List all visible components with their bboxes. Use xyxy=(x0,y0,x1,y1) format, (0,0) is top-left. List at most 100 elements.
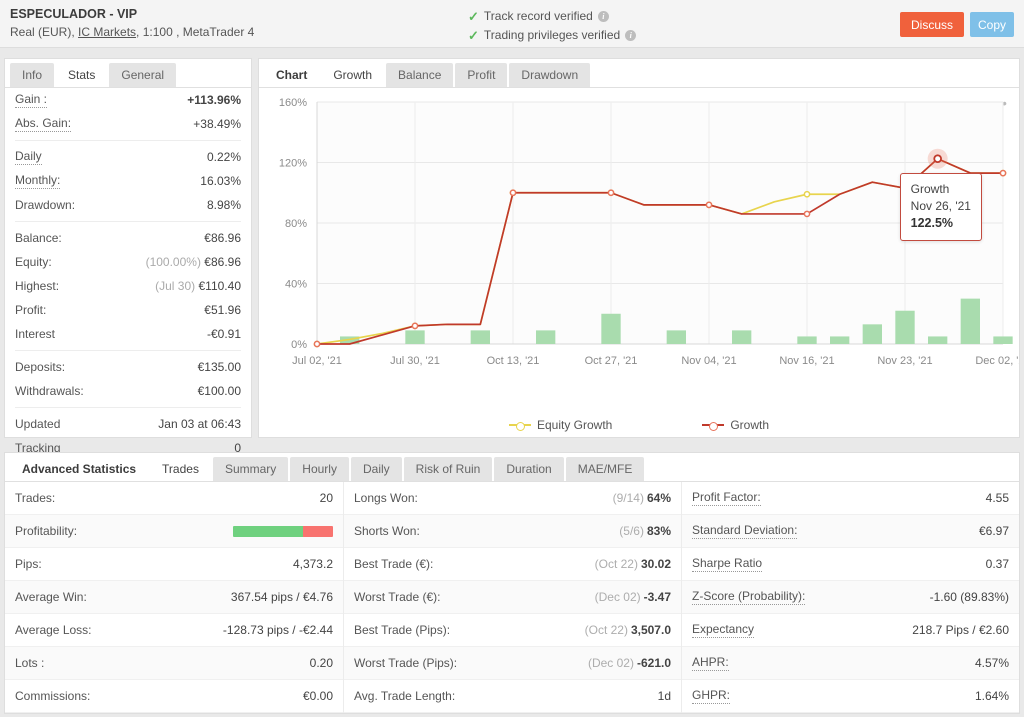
svg-text:120%: 120% xyxy=(279,158,307,170)
statistics-column-trades: Trades:20Profitability:Pips:4,373.2Avera… xyxy=(5,482,343,713)
tab-daily[interactable]: Daily xyxy=(351,457,402,481)
stat-label: Equity: xyxy=(15,255,52,269)
stat-row-highest: Highest: (Jul 30) €110.40 xyxy=(15,274,241,298)
tab-advanced-statistics[interactable]: Advanced Statistics xyxy=(10,457,148,481)
info-icon[interactable]: i xyxy=(598,11,609,22)
stat-row-monthly: Monthly: 16.03% xyxy=(15,169,241,193)
stat-label[interactable]: Sharpe Ratio xyxy=(692,556,762,572)
stat-row-drawdown: Drawdown: 8.98% xyxy=(15,193,241,217)
stat-label: Drawdown: xyxy=(15,198,75,212)
stat-value: 4,373.2 xyxy=(293,557,333,571)
tab-hourly[interactable]: Hourly xyxy=(290,457,349,481)
tab-trades[interactable]: Trades xyxy=(150,457,211,481)
stat-label[interactable]: Monthly: xyxy=(15,173,60,189)
stat-value: 4.57% xyxy=(975,656,1009,670)
copy-button[interactable]: Copy xyxy=(970,12,1014,37)
tab-profit[interactable]: Profit xyxy=(455,63,507,87)
account-stats-list: Gain : +113.96% Abs. Gain: +38.49% Daily… xyxy=(5,88,251,460)
legend-item-growth[interactable]: Growth xyxy=(702,418,769,432)
stat-value: -128.73 pips / -€2.44 xyxy=(223,623,333,637)
stat-number: -3.47 xyxy=(644,590,671,604)
tab-drawdown[interactable]: Drawdown xyxy=(509,63,590,87)
tab-duration[interactable]: Duration xyxy=(494,457,563,481)
page-title: ESPECULADOR - VIP xyxy=(10,7,137,21)
statistics-column-trade-details: Longs Won:(9/14)64%Shorts Won:(5/6)83%Be… xyxy=(343,482,681,713)
tab-balance[interactable]: Balance xyxy=(386,63,453,87)
table-row: Longs Won:(9/14)64% xyxy=(344,482,681,515)
legend-item-equity-growth[interactable]: Equity Growth xyxy=(509,418,612,432)
tab-growth[interactable]: Growth xyxy=(321,63,384,87)
stat-label: Interest xyxy=(15,327,55,341)
stat-value xyxy=(233,526,333,537)
stat-row-balance: Balance: €86.96 xyxy=(15,226,241,250)
stat-row-equity: Equity: (100.00%) €86.96 xyxy=(15,250,241,274)
chart-tooltip: Growth Nov 26, '21 122.5% xyxy=(900,173,982,241)
svg-text:40%: 40% xyxy=(285,279,307,291)
chart-canvas: 0%40%80%120%160%Jul 02, '21Jul 30, '21Oc… xyxy=(259,88,1019,408)
stat-label[interactable]: GHPR: xyxy=(692,688,730,704)
statistics-columns: Trades:20Profitability:Pips:4,373.2Avera… xyxy=(5,482,1019,713)
stat-value: 218.7 Pips / €2.60 xyxy=(912,623,1009,637)
discuss-button[interactable]: Discuss xyxy=(900,12,964,37)
svg-text:Dec 02, '21: Dec 02, '21 xyxy=(975,355,1019,367)
stat-number: 0.20 xyxy=(310,656,333,670)
stat-row-withdrawals: Withdrawals: €100.00 xyxy=(15,379,241,403)
stat-label[interactable]: Standard Deviation: xyxy=(692,523,797,539)
stat-value: +113.96% xyxy=(187,93,241,107)
stat-label: Average Loss: xyxy=(15,623,92,637)
stat-label[interactable]: Abs. Gain: xyxy=(15,116,71,132)
table-row: Standard Deviation:€6.97 xyxy=(682,515,1019,548)
stat-value: €0.00 xyxy=(303,689,333,703)
stat-label[interactable]: AHPR: xyxy=(692,655,729,671)
stat-prefix: (Dec 02) xyxy=(588,656,634,670)
table-row: Average Loss: -128.73 pips / -€2.44 xyxy=(5,614,343,647)
stat-value: +38.49% xyxy=(193,117,241,131)
stat-label[interactable]: Gain : xyxy=(15,92,47,108)
tab-stats[interactable]: Stats xyxy=(56,63,107,87)
verify-privileges-row: ✓ Trading privileges verified i xyxy=(468,27,636,43)
stat-value: 16.03% xyxy=(200,174,241,188)
tab-mae-mfe[interactable]: MAE/MFE xyxy=(566,457,645,481)
divider xyxy=(15,221,241,222)
table-row: Average Win:367.54 pips / €4.76 xyxy=(5,581,343,614)
svg-text:80%: 80% xyxy=(285,218,307,230)
check-icon: ✓ xyxy=(468,10,479,23)
broker-link[interactable]: IC Markets xyxy=(78,25,136,39)
stat-value: (Dec 02)-3.47 xyxy=(595,590,671,604)
stat-number: 3,507.0 xyxy=(631,623,671,637)
stat-label: Balance: xyxy=(15,231,62,245)
tab-summary[interactable]: Summary xyxy=(213,457,288,481)
legend-line-icon xyxy=(509,424,531,426)
stat-value: €135.00 xyxy=(198,360,241,374)
stat-label[interactable]: Daily xyxy=(15,149,42,165)
tab-general[interactable]: General xyxy=(109,63,176,87)
stat-label: Avg. Trade Length: xyxy=(354,689,455,703)
stat-label: Worst Trade (€): xyxy=(354,590,440,604)
info-icon[interactable]: i xyxy=(625,30,636,41)
svg-text:Nov 16, '21: Nov 16, '21 xyxy=(779,355,834,367)
account-header: ESPECULADOR - VIP Real (EUR), IC Markets… xyxy=(0,0,1024,48)
stat-label: Profit: xyxy=(15,303,46,317)
table-row: AHPR: 4.57% xyxy=(682,647,1019,680)
tab-chart[interactable]: Chart xyxy=(264,63,319,87)
stat-value: 0.20 xyxy=(310,656,333,670)
stat-number: 64% xyxy=(647,491,671,505)
stat-label[interactable]: Profit Factor: xyxy=(692,490,761,506)
stat-prefix: (9/14) xyxy=(613,491,644,505)
divider xyxy=(15,140,241,141)
growth-chart: ••• 0%40%80%120%160%Jul 02, '21Jul 30, '… xyxy=(259,88,1019,438)
stat-value: -€0.91 xyxy=(207,327,241,341)
check-icon: ✓ xyxy=(468,29,479,42)
statistics-tabs: Advanced Statistics Trades Summary Hourl… xyxy=(5,453,1019,481)
stat-value: €86.96 xyxy=(204,231,241,245)
stat-row-gain: Gain : +113.96% xyxy=(15,88,241,112)
tab-risk-of-ruin[interactable]: Risk of Ruin xyxy=(404,457,493,481)
account-subtitle: Real (EUR), IC Markets, 1:100 , MetaTrad… xyxy=(10,25,254,39)
stat-label[interactable]: Expectancy xyxy=(692,622,754,638)
stat-row-profit: Profit: €51.96 xyxy=(15,298,241,322)
stat-label[interactable]: Z-Score (Probability): xyxy=(692,589,805,605)
tab-info[interactable]: Info xyxy=(10,63,54,87)
stat-label: Highest: xyxy=(15,279,59,293)
stat-row-updated: Updated Jan 03 at 06:43 xyxy=(15,412,241,436)
svg-text:Jul 02, '21: Jul 02, '21 xyxy=(292,355,342,367)
